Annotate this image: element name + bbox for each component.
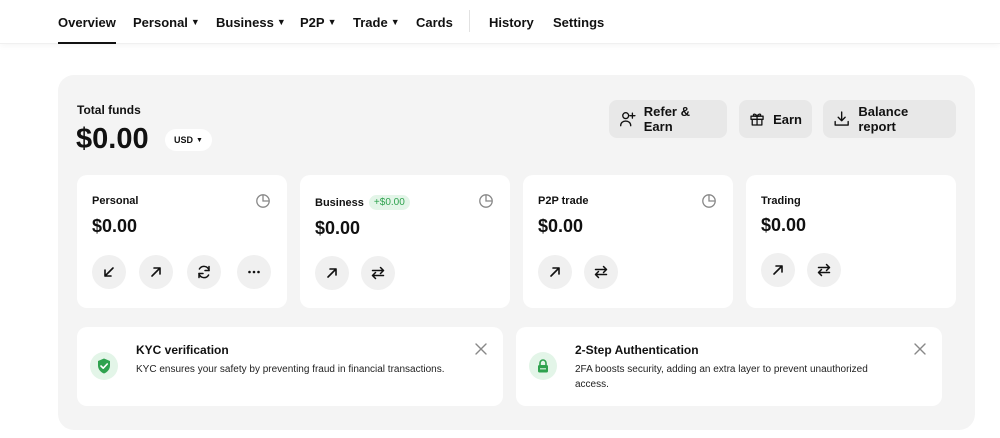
p2p-title: P2P trade	[538, 195, 589, 207]
clock-history-icon[interactable]	[478, 193, 494, 209]
nav-cards-label: Cards	[416, 14, 453, 30]
nav-trade[interactable]: Trade ▼	[353, 0, 400, 44]
chevron-down-icon: ▼	[327, 17, 337, 27]
business-account-card[interactable]: Business +$0.00 $0.00	[300, 175, 510, 308]
nav-personal[interactable]: Personal ▼	[133, 0, 200, 44]
refer-earn-label: Refer & Earn	[643, 104, 690, 134]
arrow-up-right-icon	[151, 267, 161, 277]
kyc-title: KYC verification	[136, 343, 229, 357]
lock-icon	[538, 359, 548, 373]
nav-business-label: Business	[216, 14, 274, 30]
personal-amount: $0.00	[92, 216, 138, 236]
arrow-down-left-icon	[104, 267, 114, 277]
kyc-text: KYC ensures your safety by preventing fr…	[136, 364, 445, 375]
nav-personal-label: Personal	[133, 14, 188, 30]
arrow-up-right-icon	[773, 265, 783, 275]
total-funds-amount: $0.00	[76, 123, 149, 155]
trading-amount: $0.00	[761, 215, 807, 235]
currency-selector[interactable]: USD ▼	[165, 129, 212, 151]
download-icon	[834, 111, 849, 126]
business-change-badge: +$0.00	[368, 195, 410, 210]
balance-report-button[interactable]: Balance report	[823, 100, 956, 138]
card-title: Trading	[761, 195, 801, 207]
arrow-up-right-icon	[327, 268, 337, 278]
card-title: Business +$0.00	[315, 195, 410, 210]
transfer-button[interactable]	[361, 256, 395, 290]
personal-title: Personal	[92, 195, 139, 207]
currency-label: USD	[174, 135, 194, 145]
close-icon[interactable]	[474, 342, 488, 356]
clock-history-icon[interactable]	[701, 193, 717, 209]
business-amount: $0.00	[315, 218, 361, 238]
transfer-arrows-icon	[371, 266, 385, 280]
send-button[interactable]	[538, 255, 572, 289]
p2p-trade-card[interactable]: P2P trade $0.00	[523, 175, 733, 308]
earn-button[interactable]: Earn	[739, 100, 812, 138]
kyc-icon-wrap	[90, 352, 118, 380]
nav-history-label: History	[489, 14, 534, 30]
card-title: Personal	[92, 195, 138, 207]
transfer-arrows-icon	[817, 263, 831, 277]
kyc-notice[interactable]: KYC verification KYC ensures your safety…	[77, 327, 503, 406]
chevron-down-icon: ▼	[276, 17, 286, 27]
close-icon[interactable]	[913, 342, 927, 356]
twofa-text: 2FA boosts security, adding an extra lay…	[575, 364, 868, 390]
top-nav: Overview Personal ▼ Business ▼ P2P ▼ Tra…	[0, 0, 1000, 44]
earn-label: Earn	[773, 111, 802, 127]
business-title: Business	[315, 196, 364, 209]
twofa-title: 2-Step Authentication	[575, 343, 699, 357]
arrow-up-right-icon	[550, 267, 560, 277]
nav-settings[interactable]: Settings	[553, 0, 604, 44]
refresh-icon	[198, 265, 210, 279]
trading-title: Trading	[761, 195, 801, 207]
card-title: P2P trade	[538, 195, 589, 207]
clock-history-icon[interactable]	[255, 193, 271, 209]
nav-cards[interactable]: Cards	[416, 0, 453, 44]
exchange-button[interactable]	[187, 255, 221, 289]
nav-trade-label: Trade	[353, 14, 388, 30]
more-options-button[interactable]	[237, 255, 271, 289]
nav-divider	[469, 10, 470, 32]
more-dots-icon	[248, 270, 260, 274]
add-user-icon	[620, 112, 636, 127]
send-button[interactable]	[761, 253, 795, 287]
nav-overview[interactable]: Overview	[58, 0, 116, 44]
nav-p2p-label: P2P	[300, 14, 325, 30]
twofa-icon-wrap	[529, 352, 557, 380]
nav-overview-label: Overview	[58, 14, 116, 30]
transfer-button[interactable]	[584, 255, 618, 289]
trading-account-card[interactable]: Trading $0.00	[746, 175, 956, 308]
chevron-down-icon: ▼	[196, 136, 203, 144]
chevron-down-icon: ▼	[190, 17, 200, 27]
send-button[interactable]	[139, 255, 173, 289]
nav-business[interactable]: Business ▼	[216, 0, 286, 44]
refer-earn-button[interactable]: Refer & Earn	[609, 100, 727, 138]
total-funds-label: Total funds	[77, 103, 141, 117]
transfer-arrows-icon	[594, 265, 608, 279]
shield-check-icon	[98, 358, 110, 374]
receive-button[interactable]	[92, 255, 126, 289]
nav-history[interactable]: History	[489, 0, 534, 44]
transfer-button[interactable]	[807, 253, 841, 287]
gift-icon	[750, 113, 764, 126]
twofa-notice[interactable]: 2-Step Authentication 2FA boosts securit…	[516, 327, 942, 406]
personal-account-card[interactable]: Personal $0.00	[77, 175, 287, 308]
funds-panel: Total funds $0.00 USD ▼ Refer & Earn Ear…	[58, 75, 975, 430]
nav-settings-label: Settings	[553, 14, 605, 30]
balance-report-label: Balance report	[858, 104, 909, 134]
send-button[interactable]	[315, 256, 349, 290]
p2p-amount: $0.00	[538, 216, 584, 236]
nav-p2p[interactable]: P2P ▼	[300, 0, 337, 44]
chevron-down-icon: ▼	[390, 17, 400, 27]
